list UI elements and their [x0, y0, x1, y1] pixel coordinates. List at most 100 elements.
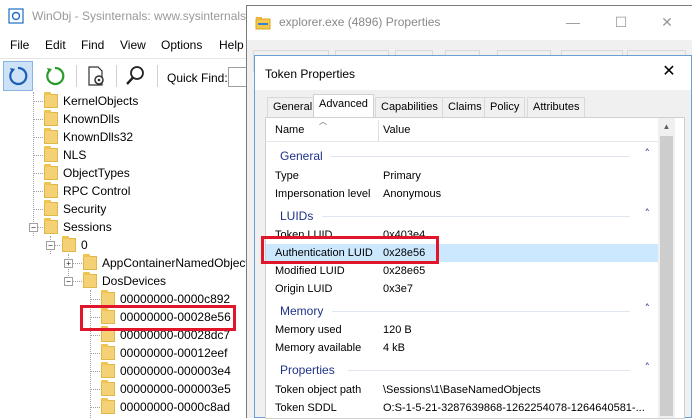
collapse-chevron-icon[interactable]: ˄ [645, 207, 651, 220]
scroll-up-arrow-icon[interactable]: ▲ [658, 118, 675, 135]
property-row[interactable]: Memory used 120 B [266, 321, 658, 339]
folder-icon [44, 200, 58, 216]
refresh-icon [9, 66, 28, 86]
tree-guide-line [90, 317, 100, 318]
tab-claims[interactable]: Claims [442, 97, 488, 117]
close-button[interactable]: ✕ [659, 62, 679, 82]
collapse-toggle[interactable]: − [64, 277, 73, 286]
toolbar-separator [76, 65, 77, 87]
property-row[interactable]: Impersonation level Anonymous [266, 185, 658, 203]
collapse-chevron-icon[interactable]: ˄ [645, 361, 651, 374]
collapse-toggle[interactable]: − [46, 241, 55, 250]
group-header-memory[interactable]: Memory ˄ [266, 301, 658, 321]
tree-item-nls[interactable]: NLS [44, 146, 86, 164]
menu-help[interactable]: Help [219, 38, 244, 52]
tree-item-sessions[interactable]: Sessions [44, 218, 112, 236]
property-row[interactable]: Modified LUID 0x28e65 [266, 262, 658, 280]
group-divider-line [332, 311, 630, 312]
token-titlebar: Token Properties ✕ [255, 56, 691, 90]
document-gear-icon [88, 66, 104, 86]
find-button[interactable] [120, 61, 150, 91]
property-row[interactable]: Token LUID 0x403e4 [266, 226, 658, 244]
folder-icon [101, 308, 115, 324]
menu-view[interactable]: View [120, 38, 146, 52]
tree-guide-line [90, 353, 100, 354]
tree-guide-line [33, 173, 43, 174]
group-divider-line [322, 216, 630, 217]
group-header-luids[interactable]: LUIDs ˄ [266, 206, 658, 226]
tree-guide-line [33, 137, 43, 138]
collapse-chevron-icon[interactable]: ˄ [645, 302, 651, 315]
column-divider[interactable] [378, 120, 379, 142]
group-header-general[interactable]: General ˄ [266, 146, 658, 166]
tree-guide-line [33, 119, 43, 120]
maximize-button[interactable]: ☐ [611, 12, 631, 32]
folder-icon [101, 380, 115, 396]
tab-capabilities[interactable]: Capabilities [375, 97, 444, 117]
tree-guide-line [90, 335, 100, 336]
property-row-selected[interactable]: Authentication LUID 0x28e56 [266, 244, 658, 262]
property-row[interactable]: Token SDDL O:S-1-5-21-3287639868-1262254… [266, 399, 658, 417]
winobj-menubar: File Edit Find View Options Help [0, 36, 260, 56]
group-header-properties[interactable]: Properties ˄ [266, 360, 658, 380]
tree-item-dosdevices[interactable]: DosDevices [83, 272, 166, 290]
column-header-value[interactable]: Value [383, 124, 410, 136]
menu-file[interactable]: File [10, 38, 29, 52]
folder-icon [44, 164, 58, 180]
tree-item-dosdevice-highlighted[interactable]: 00000000-00028e56 [101, 308, 231, 326]
refresh-button[interactable] [3, 61, 33, 91]
tree-item-dosdevice[interactable]: 00000000-000003e4 [101, 362, 231, 380]
menu-find[interactable]: Find [81, 38, 104, 52]
object-tree[interactable]: KernelObjects KnownDlls KnownDlls32 NLS … [0, 92, 246, 418]
tree-item-session-0[interactable]: 0 [62, 236, 88, 254]
tree-item-appcontainernamedobjects[interactable]: AppContainerNamedObjects [83, 254, 246, 272]
folder-icon [44, 218, 58, 234]
vertical-scrollbar[interactable]: ▲ [658, 118, 675, 418]
tree-item-rpc-control[interactable]: RPC Control [44, 182, 130, 200]
folder-icon [44, 128, 58, 144]
group-divider-line [348, 370, 630, 371]
tree-guide-line [33, 101, 43, 102]
tree-item-dosdevice[interactable]: 00000000-000003e5 [101, 380, 231, 398]
collapse-chevron-icon[interactable]: ˄ [645, 147, 651, 160]
scrollbar-thumb[interactable] [660, 136, 673, 416]
collapse-toggle[interactable]: − [29, 223, 38, 232]
menu-edit[interactable]: Edit [45, 38, 66, 52]
tree-item-kernelobjects[interactable]: KernelObjects [44, 92, 138, 110]
property-row[interactable]: Token object path \Sessions\1\BaseNamedO… [266, 381, 658, 399]
tree-guide-line [90, 407, 100, 408]
tree-item-knowndlls32[interactable]: KnownDlls32 [44, 128, 133, 146]
properties-button[interactable] [81, 61, 111, 91]
tab-advanced[interactable]: Advanced [313, 94, 374, 117]
folder-icon [101, 362, 115, 378]
magnifier-icon [126, 66, 144, 85]
close-button[interactable]: ✕ [657, 12, 677, 32]
tree-item-objecttypes[interactable]: ObjectTypes [44, 164, 130, 182]
property-row[interactable]: Origin LUID 0x3e7 [266, 280, 658, 298]
sort-chevron-icon: ︿ [319, 117, 327, 126]
tree-item-dosdevice[interactable]: 00000000-00012eef [101, 344, 227, 362]
tree-item-security[interactable]: Security [44, 200, 106, 218]
tab-general[interactable]: General [267, 97, 319, 117]
tree-item-knowndlls[interactable]: KnownDlls [44, 110, 120, 128]
tree-item-dosdevice[interactable]: 00000000-0000c892 [101, 290, 230, 308]
column-header-name[interactable]: Name [275, 124, 304, 136]
property-row[interactable]: Type Primary [266, 167, 658, 185]
folder-icon [44, 146, 58, 162]
tree-item-dosdevice[interactable]: 00000000-0000c8ad [101, 398, 230, 416]
token-properties-dialog: Token Properties ✕ General Advanced Capa… [254, 55, 692, 419]
folder-icon [44, 110, 58, 126]
folder-icon [44, 182, 58, 198]
expand-toggle[interactable]: + [64, 259, 73, 268]
auto-refresh-button[interactable] [40, 61, 70, 91]
tree-item-dosdevice[interactable]: 00000000-00028dc7 [101, 326, 230, 344]
tab-attributes[interactable]: Attributes [527, 97, 586, 117]
tree-guide-line [33, 209, 43, 210]
group-divider-line [330, 156, 630, 157]
tab-policy[interactable]: Policy [484, 97, 526, 117]
property-row[interactable]: Memory available 4 kB [266, 339, 658, 357]
tree-guide-line [90, 371, 100, 372]
menu-options[interactable]: Options [161, 38, 202, 52]
folder-icon [101, 398, 115, 414]
minimize-button[interactable]: — [563, 12, 583, 32]
